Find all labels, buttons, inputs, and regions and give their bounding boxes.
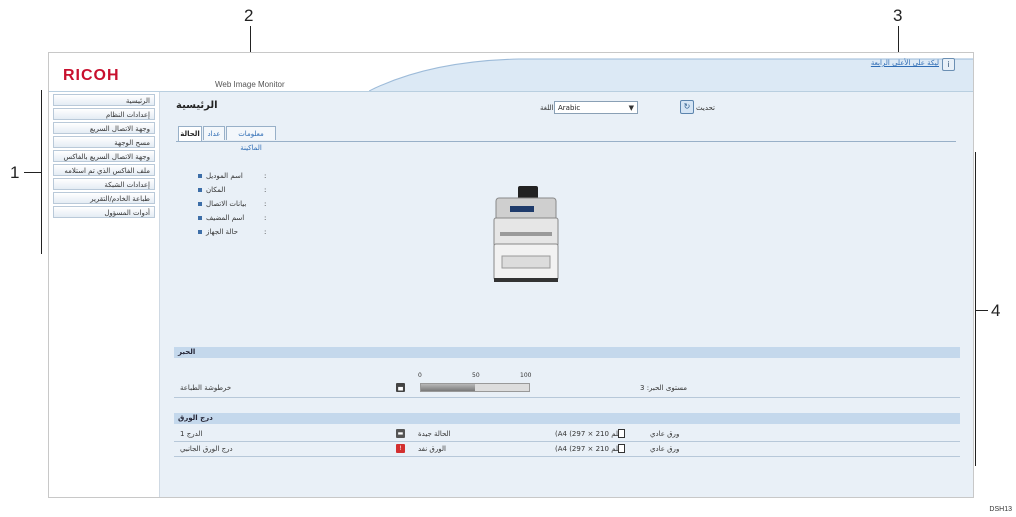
bypass-tray-type: ورق عادي — [650, 445, 680, 453]
info-colon: : — [264, 186, 267, 194]
printer-image — [493, 186, 559, 282]
tray-ok-icon: ▬ — [396, 429, 405, 438]
tab-status[interactable]: الحالة — [178, 126, 202, 141]
toner-level-fill — [421, 384, 475, 391]
sidebar-item-admin-tools[interactable]: أدوات المسؤول — [53, 206, 155, 218]
toner-cartridge-icon: ▄ — [396, 383, 405, 392]
tray-1-size: (A4 (297 × 210 ملم — [555, 430, 622, 438]
info-colon: : — [264, 228, 267, 236]
toner-scale-50: 50 — [472, 372, 480, 379]
info-host-name: اسم المضيف — [198, 214, 244, 222]
paper-icon — [618, 444, 625, 453]
sidebar: الرئيسية إعدادات النظام وجهة الاتصال الس… — [49, 92, 160, 497]
refresh-label[interactable]: تحديث — [696, 104, 715, 112]
callout-3: 3 — [893, 6, 903, 25]
bullet-icon — [198, 230, 202, 234]
tray-1-type: ورق عادي — [650, 430, 680, 438]
callout-4: 4 — [991, 301, 1001, 320]
info-colon: : — [264, 214, 267, 222]
paper-icon — [618, 429, 625, 438]
toner-scale-0: 0 — [418, 372, 422, 379]
toner-status: مستوى الحبر: 3 — [640, 384, 688, 392]
callout-2: 2 — [244, 6, 254, 25]
info-location: المكان — [198, 186, 225, 194]
sidebar-item-quick-dial[interactable]: وجهة الاتصال السريع — [53, 122, 155, 134]
bullet-icon — [198, 188, 202, 192]
toner-section-header: الحبر — [174, 347, 960, 358]
refresh-icon[interactable]: ↻ — [680, 100, 694, 114]
language-label: اللغة — [540, 104, 554, 112]
sidebar-item-network-settings[interactable]: إعدادات الشبكة — [53, 178, 155, 190]
tab-divider — [176, 141, 956, 142]
product-name: Web Image Monitor — [215, 80, 285, 89]
tab-counter[interactable]: عداد — [203, 126, 225, 140]
toner-row-label: خرطوشة الطباعة — [180, 384, 232, 392]
sidebar-item-received-fax[interactable]: ملف الفاكس الذي تم استلامه — [53, 164, 155, 176]
header: RICOH Web Image Monitor ليكة على الأعلى … — [49, 53, 973, 92]
info-contact: بيانات الاتصال — [198, 200, 246, 208]
chevron-down-icon: ▼ — [628, 104, 634, 112]
bullet-icon — [198, 174, 202, 178]
info-colon: : — [264, 172, 267, 180]
toner-level-bar — [420, 383, 530, 392]
sidebar-item-print-report[interactable]: طباعة الخادم/التقرير — [53, 192, 155, 204]
bullet-icon — [198, 202, 202, 206]
row-divider — [174, 397, 960, 398]
row-divider — [174, 441, 960, 442]
browser-frame: RICOH Web Image Monitor ليكة على الأعلى … — [48, 52, 974, 498]
main-content: الرئيسية اللغة Arabic ▼ ↻ تحديث الحالة ع… — [160, 92, 973, 497]
bypass-tray-size: (A4 (297 × 210 ملم — [555, 445, 622, 453]
paper-section-header: درج الورق — [174, 413, 960, 424]
sidebar-item-home[interactable]: الرئيسية — [53, 94, 155, 106]
info-model-name: اسم الموديل — [198, 172, 243, 180]
sidebar-item-system-settings[interactable]: إعدادات النظام — [53, 108, 155, 120]
callout-4-line — [975, 310, 988, 311]
info-device-status: حالة الجهاز — [198, 228, 238, 236]
toner-scale-100: 100 — [520, 372, 532, 379]
callout-1-bracket — [41, 90, 42, 254]
tray-1-status: الحالة جيدة — [418, 430, 451, 438]
callout-1: 1 — [10, 163, 20, 182]
page-title: الرئيسية — [176, 100, 218, 111]
tray-empty-icon: ! — [396, 444, 405, 453]
help-link[interactable]: ليكة على الأعلى الرابعة — [871, 59, 939, 67]
tray-1-name: الدرج 1 — [180, 430, 203, 438]
tab-machine-info[interactable]: معلومات الماكينة — [226, 126, 276, 152]
sidebar-item-fax-speed-dial[interactable]: وجهة الاتصال السريع بالفاكس — [53, 150, 155, 162]
bypass-tray-status: الورق نفد — [418, 445, 446, 453]
brand-logo: RICOH — [63, 67, 120, 84]
bullet-icon — [198, 216, 202, 220]
figure-code: DSH13 — [989, 506, 1012, 513]
help-icon[interactable]: i — [942, 58, 955, 71]
callout-1-line — [24, 172, 42, 173]
language-value: Arabic — [558, 104, 581, 112]
sidebar-item-scan-destination[interactable]: مسح الوجهة — [53, 136, 155, 148]
callout-4-bracket — [975, 152, 976, 466]
language-select[interactable]: Arabic ▼ — [554, 101, 638, 114]
row-divider — [174, 456, 960, 457]
info-colon: : — [264, 200, 267, 208]
bypass-tray-name: درج الورق الجانبي — [180, 445, 233, 453]
